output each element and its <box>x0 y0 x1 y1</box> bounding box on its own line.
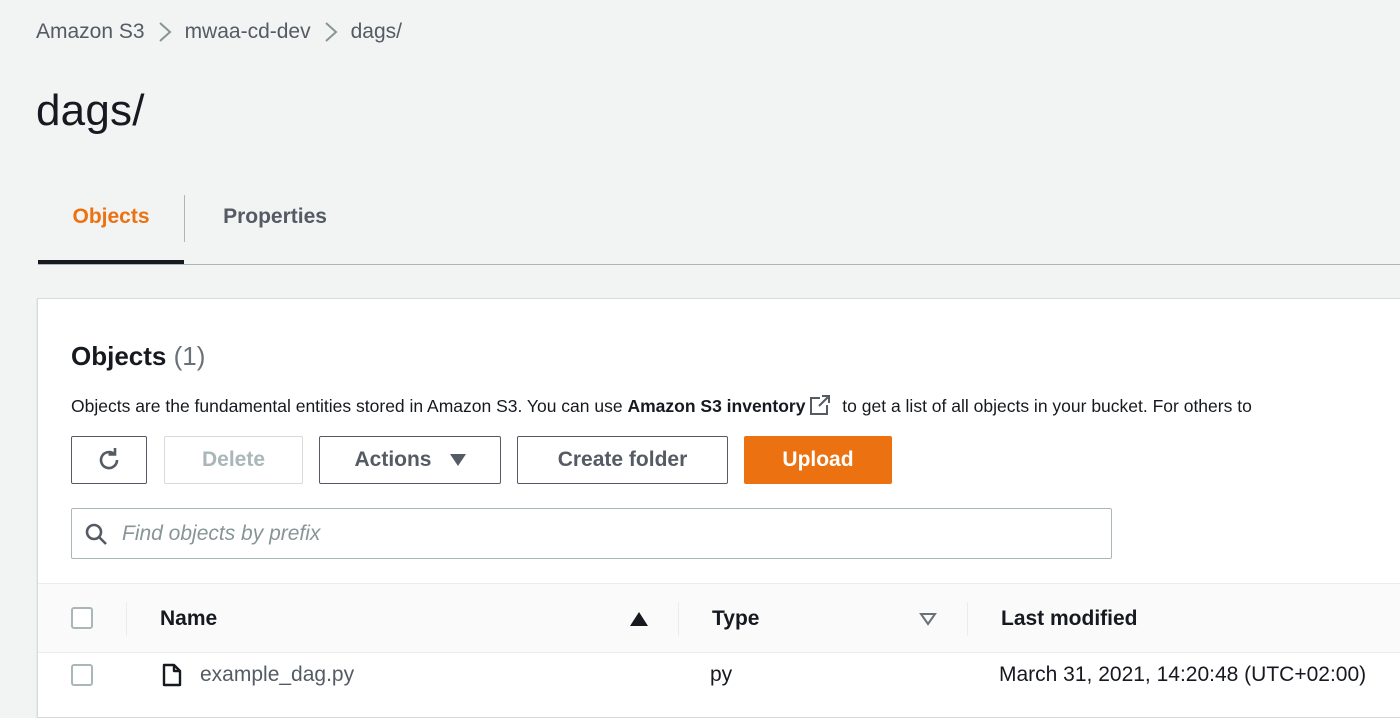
column-divider <box>967 602 968 636</box>
tab-bar: Objects Properties <box>38 193 1400 265</box>
search-icon <box>85 523 107 545</box>
breadcrumb-item-bucket[interactable]: mwaa-cd-dev <box>185 20 311 44</box>
page-title: dags/ <box>36 86 145 135</box>
column-header-type[interactable]: Type <box>712 584 759 654</box>
breadcrumb: Amazon S3 mwaa-cd-dev dags/ <box>36 18 402 46</box>
object-last-modified: March 31, 2021, 14:20:48 (UTC+02:00) <box>999 663 1367 686</box>
search-box <box>71 508 1112 559</box>
column-header-last-modified[interactable]: Last modified <box>1001 584 1138 654</box>
table-header: Name Type Last modified <box>38 583 1400 653</box>
object-type: py <box>710 663 733 686</box>
sort-unsorted-icon[interactable] <box>919 612 937 626</box>
description-text-end: to get a list of all objects in your buc… <box>837 396 1252 416</box>
tab-properties[interactable]: Properties <box>185 193 365 265</box>
object-name-link[interactable]: example_dag.py <box>200 653 354 697</box>
inventory-link[interactable]: Amazon S3 inventory <box>627 396 805 416</box>
row-checkbox[interactable] <box>71 664 93 686</box>
breadcrumb-item-current: dags/ <box>350 20 402 43</box>
create-folder-button[interactable]: Create folder <box>517 436 728 484</box>
column-divider <box>678 602 679 636</box>
actions-label: Actions <box>354 448 432 471</box>
active-tab-indicator <box>38 260 184 264</box>
actions-dropdown-button[interactable]: Actions <box>319 436 501 484</box>
column-header-name[interactable]: Name <box>160 584 217 654</box>
select-all-checkbox[interactable] <box>71 607 93 629</box>
sort-ascending-icon[interactable] <box>630 612 648 626</box>
delete-button[interactable]: Delete <box>164 436 303 484</box>
search-input[interactable] <box>122 513 1111 554</box>
file-icon <box>162 663 182 687</box>
breadcrumb-item-amazon-s3[interactable]: Amazon S3 <box>36 20 145 44</box>
objects-count: (1) <box>173 341 206 371</box>
column-divider <box>126 602 127 636</box>
external-link-icon[interactable] <box>809 394 831 416</box>
objects-panel: Objects (1) Objects are the fundamental … <box>37 298 1400 718</box>
refresh-icon <box>99 448 119 470</box>
upload-button[interactable]: Upload <box>744 436 892 484</box>
objects-heading-label: Objects <box>71 341 167 371</box>
caret-down-icon <box>449 454 466 466</box>
objects-heading: Objects (1) <box>71 341 205 372</box>
table-row: example_dag.py py March 31, 2021, 14:20:… <box>38 653 1400 705</box>
tab-objects[interactable]: Objects <box>38 193 184 265</box>
chevron-right-icon <box>145 18 185 46</box>
description-text-start: Objects are the fundamental entities sto… <box>71 396 628 416</box>
refresh-button[interactable] <box>71 436 147 484</box>
chevron-right-icon <box>311 18 351 46</box>
objects-description: Objects are the fundamental entities sto… <box>71 394 1252 417</box>
